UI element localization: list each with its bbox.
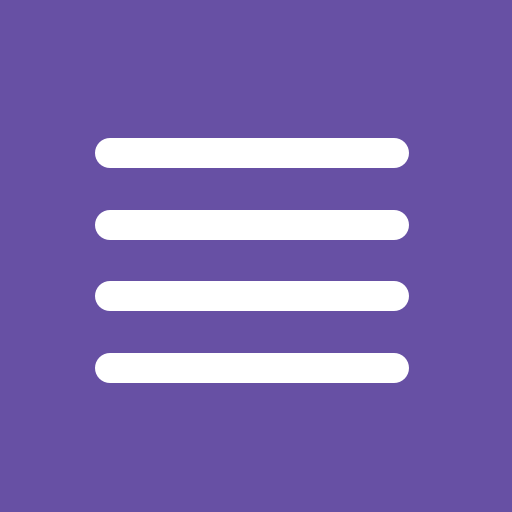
menu-line-2 xyxy=(95,210,409,240)
app-icon[interactable] xyxy=(0,0,512,512)
menu-line-3 xyxy=(95,281,409,311)
menu-line-4 xyxy=(95,353,409,383)
menu-line-1 xyxy=(95,138,409,168)
menu-icon xyxy=(0,0,512,512)
